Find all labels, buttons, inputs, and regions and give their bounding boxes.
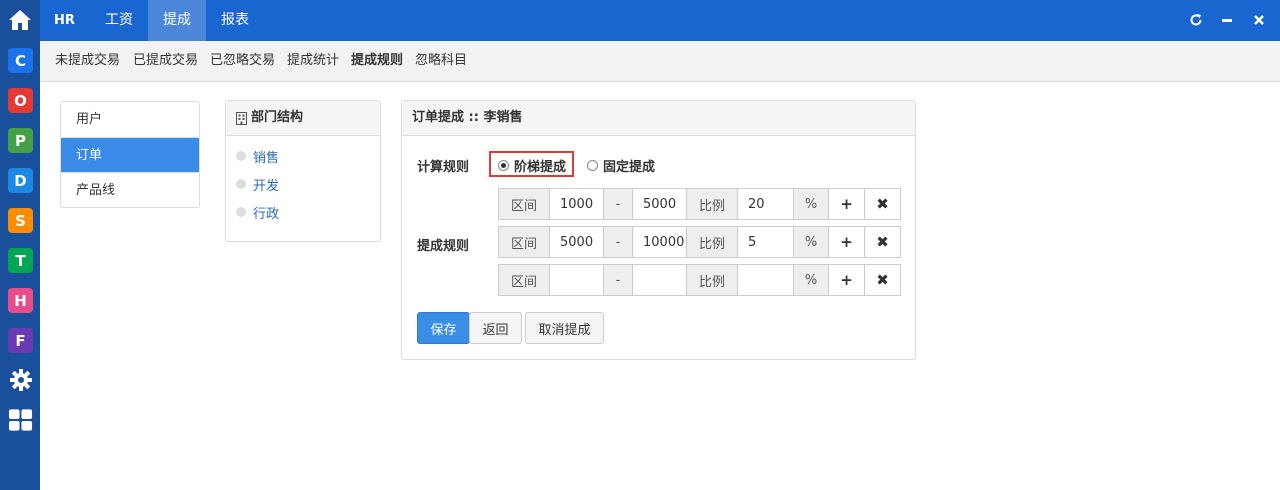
ratio-input[interactable]: 20 — [737, 188, 794, 220]
close-icon[interactable] — [1250, 11, 1268, 29]
ratio-input[interactable] — [737, 264, 794, 296]
sub-navbar: 未提成交易 已提成交易 已忽略交易 提成统计 提成规则 忽略科目 — [40, 41, 1280, 82]
refresh-icon[interactable] — [1187, 11, 1205, 29]
dot-icon — [236, 151, 246, 161]
app-h-icon[interactable]: H — [8, 288, 33, 313]
range-to-input[interactable]: 10000 — [632, 226, 687, 258]
range-to-input[interactable] — [632, 264, 687, 296]
department-title: 部门结构 — [251, 110, 304, 125]
ratio-label: 比例 — [686, 188, 738, 220]
save-button[interactable]: 保存 — [417, 312, 470, 344]
list-item-user[interactable]: 用户 — [61, 102, 199, 137]
dept-item-sales[interactable]: 销售 — [236, 146, 279, 166]
category-list: 用户 订单 产品线 — [60, 101, 200, 208]
commission-rule-label: 提成规则 — [417, 239, 470, 254]
range-label: 区间 — [498, 226, 550, 258]
subnav-commissioned-transactions[interactable]: 已提成交易 — [133, 41, 198, 81]
subnav-ignored-transactions[interactable]: 已忽略交易 — [210, 41, 275, 81]
minimize-icon[interactable] — [1218, 11, 1236, 29]
cancel-commission-button[interactable]: 取消提成 — [525, 312, 604, 344]
add-rule-button[interactable]: + — [828, 188, 865, 220]
range-from-input[interactable]: 5000 — [549, 226, 604, 258]
range-to-input[interactable]: 5000 — [632, 188, 687, 220]
range-from-input[interactable] — [549, 264, 604, 296]
app-dock: C O P D S T H F — [0, 0, 40, 490]
app-t-icon[interactable]: T — [8, 248, 33, 273]
commission-rule-panel: 订单提成 :: 李销售 计算规则 阶梯提成 固定提成 提成规则 区间 1000 … — [401, 100, 916, 360]
tab-salary[interactable]: 工资 — [90, 0, 148, 41]
radio-tiered[interactable]: 阶梯提成 — [498, 156, 566, 175]
department-panel: 部门结构 销售 开发 行政 — [225, 100, 381, 242]
add-rule-button[interactable]: + — [828, 264, 865, 296]
dept-item-dev[interactable]: 开发 — [236, 174, 279, 194]
top-navbar: HR 工资 提成 报表 — [40, 0, 1280, 41]
panel-title: 订单提成 :: 李销售 — [402, 101, 915, 136]
remove-rule-button[interactable]: ✖ — [864, 226, 901, 258]
range-dash: - — [603, 264, 633, 296]
range-from-input[interactable]: 1000 — [549, 188, 604, 220]
rule-row: 区间 - 比例 % + ✖ — [498, 264, 901, 296]
percent-label: % — [793, 226, 829, 258]
brand[interactable]: HR — [54, 0, 75, 41]
app-c-icon[interactable]: C — [8, 48, 33, 73]
remove-rule-button[interactable]: ✖ — [864, 264, 901, 296]
subnav-untreated-transactions[interactable]: 未提成交易 — [55, 41, 120, 81]
app-p-icon[interactable]: P — [8, 128, 33, 153]
ratio-label: 比例 — [686, 264, 738, 296]
gear-icon[interactable] — [8, 367, 33, 392]
app-f-icon[interactable]: F — [8, 328, 33, 353]
home-icon[interactable] — [0, 0, 40, 40]
building-icon — [236, 111, 247, 125]
dot-icon — [236, 179, 246, 189]
list-item-product-line[interactable]: 产品线 — [61, 172, 199, 207]
app-o-icon[interactable]: O — [8, 88, 33, 113]
subnav-commission-stats[interactable]: 提成统计 — [287, 41, 339, 81]
ratio-label: 比例 — [686, 226, 738, 258]
remove-rule-button[interactable]: ✖ — [864, 188, 901, 220]
tab-reports[interactable]: 报表 — [206, 0, 264, 41]
range-dash: - — [603, 188, 633, 220]
calc-rule-label: 计算规则 — [417, 160, 470, 175]
radio-fixed[interactable]: 固定提成 — [587, 156, 655, 175]
rule-row: 区间 5000 - 10000 比例 5 % + ✖ — [498, 226, 901, 258]
grid-icon[interactable] — [8, 407, 33, 432]
rule-row: 区间 1000 - 5000 比例 20 % + ✖ — [498, 188, 901, 220]
radio-unchecked-icon[interactable] — [587, 160, 598, 171]
ratio-input[interactable]: 5 — [737, 226, 794, 258]
subnav-commission-rules[interactable]: 提成规则 — [351, 41, 403, 81]
dot-icon — [236, 207, 246, 217]
list-item-order[interactable]: 订单 — [61, 137, 199, 172]
app-s-icon[interactable]: S — [8, 208, 33, 233]
tab-commission[interactable]: 提成 — [148, 0, 206, 41]
back-button[interactable]: 返回 — [469, 312, 522, 344]
range-label: 区间 — [498, 188, 550, 220]
add-rule-button[interactable]: + — [828, 226, 865, 258]
range-dash: - — [603, 226, 633, 258]
dept-item-admin[interactable]: 行政 — [236, 202, 279, 222]
percent-label: % — [793, 188, 829, 220]
percent-label: % — [793, 264, 829, 296]
department-panel-heading: 部门结构 — [226, 101, 380, 136]
radio-checked-icon[interactable] — [498, 160, 509, 171]
app-d-icon[interactable]: D — [8, 168, 33, 193]
subnav-ignored-accounts[interactable]: 忽略科目 — [415, 41, 467, 81]
range-label: 区间 — [498, 264, 550, 296]
